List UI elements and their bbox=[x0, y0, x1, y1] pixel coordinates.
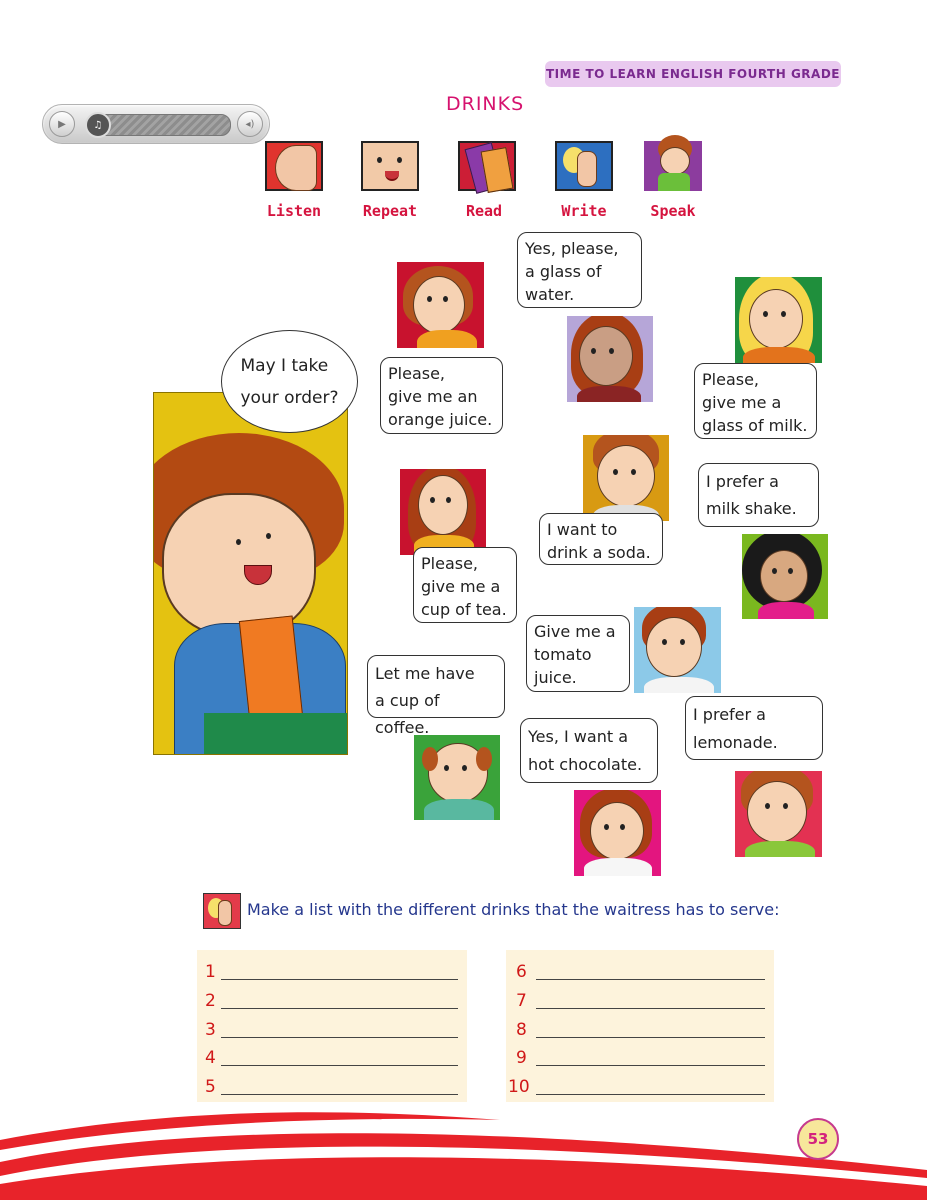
list-item: 2 bbox=[197, 987, 467, 1015]
answer-line[interactable] bbox=[536, 979, 765, 980]
speech-bubble-milk-shake: I prefer a milk shake. bbox=[698, 463, 819, 527]
write-icon bbox=[555, 141, 613, 191]
speech-bubble-tomato-juice: Give me a tomato juice. bbox=[526, 615, 630, 692]
list-item: 7 bbox=[506, 987, 774, 1015]
volume-button[interactable]: ◂) bbox=[237, 111, 263, 137]
list-item: 9 bbox=[506, 1044, 774, 1072]
portrait-soda-boy bbox=[583, 435, 669, 521]
answer-line[interactable] bbox=[221, 1094, 458, 1095]
speaker-icon: ◂) bbox=[245, 118, 255, 130]
speech-bubble-tea: Please, give me a cup of tea. bbox=[413, 547, 517, 623]
play-button[interactable]: ▶ bbox=[49, 111, 75, 137]
activity-label-speak: Speak bbox=[650, 202, 696, 220]
list-item: 3 bbox=[197, 1016, 467, 1044]
page-number: 53 bbox=[797, 1118, 839, 1160]
list-item: 8 bbox=[506, 1016, 774, 1044]
speech-bubble-lemonade: I prefer a lemonade. bbox=[685, 696, 823, 760]
answer-line[interactable] bbox=[536, 1094, 765, 1095]
portrait-tea-woman bbox=[400, 469, 486, 555]
list-number: 8 bbox=[516, 1020, 527, 1040]
footer-wave-decoration bbox=[0, 1112, 927, 1200]
speech-bubble-milk: Please, give me a glass of milk. bbox=[694, 363, 817, 439]
portrait-tomato-boy bbox=[634, 607, 721, 693]
list-number: 10 bbox=[508, 1077, 530, 1097]
read-icon bbox=[458, 141, 516, 194]
speech-bubble-soda: I want to drink a soda. bbox=[539, 513, 663, 565]
list-number: 9 bbox=[516, 1048, 527, 1068]
list-item: 6 bbox=[506, 958, 774, 986]
list-number: 5 bbox=[205, 1077, 216, 1097]
speech-bubble-hot-chocolate: Yes, I want a hot chocolate. bbox=[520, 718, 658, 783]
activity-label-listen: Listen bbox=[266, 202, 322, 220]
repeat-icon bbox=[361, 141, 419, 191]
page-title: DRINKS bbox=[446, 93, 525, 115]
music-note-icon: ♫ bbox=[93, 119, 103, 131]
portrait-coffee-grandpa bbox=[414, 735, 500, 820]
answer-line[interactable] bbox=[221, 979, 458, 980]
portrait-orange-juice-girl bbox=[397, 262, 484, 348]
speech-bubble-coffee: Let me have a cup of coffee. bbox=[367, 655, 505, 737]
answer-list-left: 1 2 3 4 5 bbox=[197, 950, 467, 1102]
audio-progress-knob[interactable]: ♫ bbox=[85, 112, 111, 138]
list-number: 6 bbox=[516, 962, 527, 982]
list-number: 7 bbox=[516, 991, 527, 1011]
list-item: 5 bbox=[197, 1073, 467, 1101]
answer-line[interactable] bbox=[221, 1065, 458, 1066]
answer-line[interactable] bbox=[221, 1037, 458, 1038]
list-item: 1 bbox=[197, 958, 467, 986]
list-item: 4 bbox=[197, 1044, 467, 1072]
write-activity-icon bbox=[203, 893, 241, 929]
activity-label-write: Write bbox=[561, 202, 607, 220]
answer-list-right: 6 7 8 9 10 bbox=[506, 950, 774, 1102]
answer-line[interactable] bbox=[536, 1008, 765, 1009]
answer-line[interactable] bbox=[221, 1008, 458, 1009]
list-number: 4 bbox=[205, 1048, 216, 1068]
speak-icon bbox=[644, 135, 702, 191]
listen-icon bbox=[265, 141, 323, 191]
activity-label-repeat: Repeat bbox=[362, 202, 418, 220]
list-number: 1 bbox=[205, 962, 216, 982]
audio-player: ▶ ♫ ◂) bbox=[42, 104, 270, 144]
portrait-lemonade-boy bbox=[735, 771, 822, 857]
portrait-hot-chocolate-girl bbox=[574, 790, 661, 876]
activity-label-read: Read bbox=[465, 202, 503, 220]
answer-line[interactable] bbox=[536, 1065, 765, 1066]
portrait-milk-girl bbox=[735, 277, 822, 363]
list-number: 2 bbox=[205, 991, 216, 1011]
play-icon: ▶ bbox=[58, 118, 66, 130]
portrait-milkshake-girl bbox=[742, 534, 828, 619]
list-number: 3 bbox=[205, 1020, 216, 1040]
waiter-illustration bbox=[153, 392, 348, 755]
answer-line[interactable] bbox=[536, 1037, 765, 1038]
exercise-instruction: Make a list with the different drinks th… bbox=[247, 900, 780, 919]
speech-bubble-waiter: May I take your order? bbox=[221, 330, 358, 433]
portrait-water-girl bbox=[567, 316, 653, 402]
speech-bubble-water: Yes, please, a glass of water. bbox=[517, 232, 642, 308]
list-item: 10 bbox=[506, 1073, 774, 1101]
speech-bubble-orange-juice: Please, give me an orange juice. bbox=[380, 357, 503, 434]
book-title-badge: TIME TO LEARN ENGLISH FOURTH GRADE bbox=[545, 61, 841, 87]
